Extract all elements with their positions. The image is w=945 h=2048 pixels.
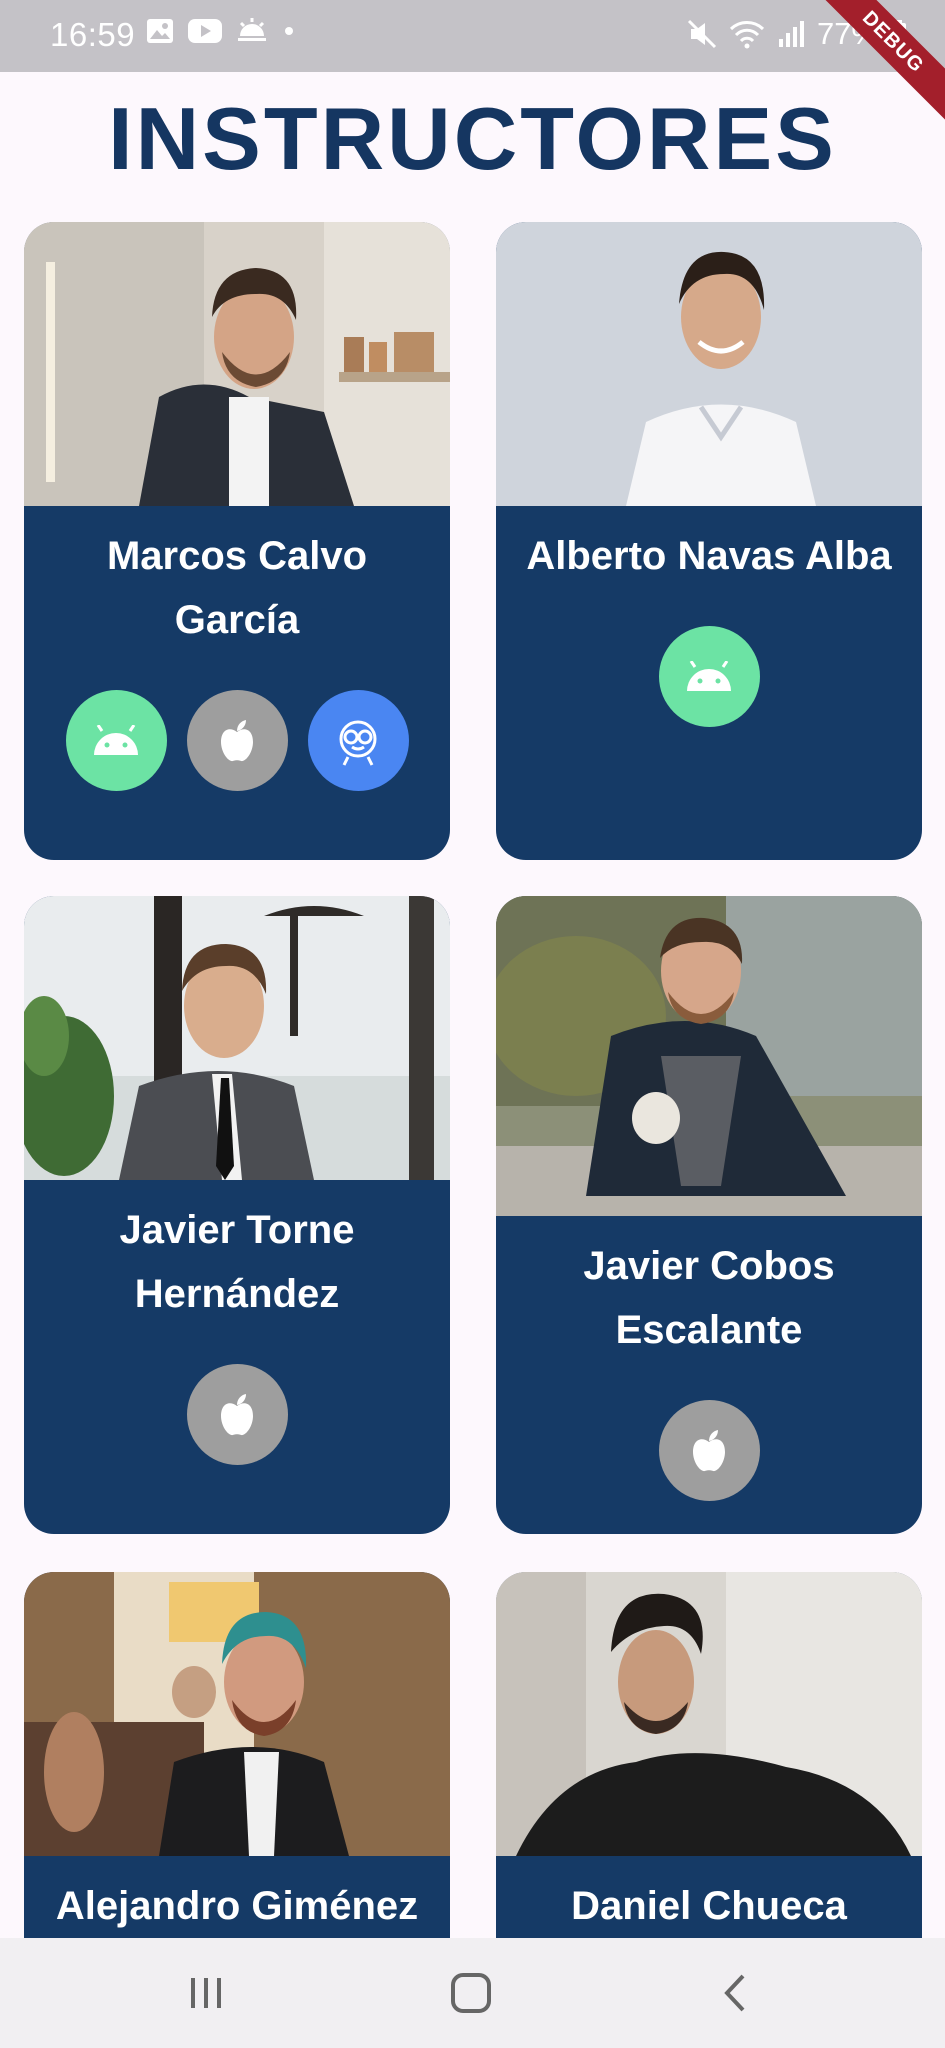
instructor-card-javier-torne[interactable]: Javier Torne Hernández bbox=[24, 896, 450, 1534]
apple-icon bbox=[221, 1393, 253, 1435]
instructor-name: Alejandro Giménez bbox=[24, 1874, 450, 1938]
android-platform-button[interactable] bbox=[65, 690, 167, 791]
page-title: INSTRUCTORES bbox=[108, 89, 837, 188]
android-icon bbox=[687, 660, 731, 691]
instructor-name: Javier Torne Hernández bbox=[24, 1198, 450, 1326]
navigation-bar bbox=[0, 1938, 945, 2048]
apple-icon bbox=[693, 1429, 725, 1471]
instructor-card-alejandro-gimenez[interactable]: Alejandro Giménez bbox=[24, 1572, 450, 1938]
back-button[interactable] bbox=[706, 1968, 766, 2018]
gallery-icon bbox=[147, 19, 173, 43]
instructor-name-line2: Escalante bbox=[615, 1308, 803, 1352]
weather-icon bbox=[238, 18, 266, 41]
status-bar: 16:59 77% DEBUG bbox=[0, 0, 945, 126]
youtube-icon bbox=[188, 19, 222, 43]
instructor-name: Alberto Navas Alba bbox=[496, 524, 922, 588]
apple-platform-button[interactable] bbox=[658, 1400, 760, 1501]
instructor-card-alberto-navas[interactable]: Alberto Navas Alba bbox=[496, 222, 922, 860]
notification-icons bbox=[146, 18, 296, 44]
flutter-platform-button[interactable] bbox=[307, 690, 409, 791]
instructor-name-line1: Javier Torne bbox=[119, 1208, 355, 1252]
instructor-name-line1: Alberto Navas Alba bbox=[526, 534, 892, 578]
instructor-name-line1: Marcos Calvo bbox=[106, 534, 368, 578]
instructor-photo bbox=[24, 1572, 450, 1856]
dot-icon bbox=[285, 27, 293, 35]
apple-platform-button[interactable] bbox=[186, 1364, 288, 1465]
home-button[interactable] bbox=[441, 1968, 501, 2018]
instructor-photo bbox=[24, 896, 450, 1180]
mute-icon bbox=[687, 19, 717, 49]
instructor-name: Javier Cobos Escalante bbox=[496, 1234, 922, 1362]
instructor-card-javier-cobos[interactable]: Javier Cobos Escalante bbox=[496, 896, 922, 1534]
instructor-name: Marcos Calvo García bbox=[24, 524, 450, 652]
instructor-name-line2: Hernández bbox=[134, 1272, 340, 1316]
platform-list bbox=[24, 690, 450, 791]
flutter-icon bbox=[339, 720, 377, 766]
recent-apps-icon bbox=[191, 1978, 221, 2008]
instructor-name: Daniel Chueca bbox=[496, 1874, 922, 1938]
instructor-name-line2: García bbox=[174, 598, 300, 642]
back-icon bbox=[724, 1974, 745, 2012]
platform-list bbox=[496, 1400, 922, 1501]
instructor-photo bbox=[24, 222, 450, 506]
recent-apps-button[interactable] bbox=[176, 1968, 236, 2018]
instructor-photo bbox=[496, 1572, 922, 1856]
android-platform-button[interactable] bbox=[658, 626, 760, 727]
status-time: 16:59 bbox=[50, 16, 136, 53]
instructor-card-daniel-chueca[interactable]: Daniel Chueca bbox=[496, 1572, 922, 1938]
instructor-card-marcos-calvo[interactable]: Marcos Calvo García bbox=[24, 222, 450, 860]
signal-icon bbox=[778, 21, 804, 47]
apple-platform-button[interactable] bbox=[186, 690, 288, 791]
platform-list bbox=[24, 1364, 450, 1465]
android-icon bbox=[94, 724, 138, 755]
instructor-name-line1: Javier Cobos bbox=[583, 1244, 835, 1288]
wifi-icon bbox=[729, 21, 764, 49]
home-icon bbox=[451, 1973, 491, 2013]
instructor-name-line1: Daniel Chueca bbox=[571, 1884, 847, 1928]
instructor-photo bbox=[496, 896, 922, 1216]
apple-icon bbox=[221, 719, 253, 761]
instructor-photo bbox=[496, 222, 922, 506]
platform-list bbox=[496, 626, 922, 727]
instructor-name-line1: Alejandro Giménez bbox=[55, 1884, 419, 1928]
